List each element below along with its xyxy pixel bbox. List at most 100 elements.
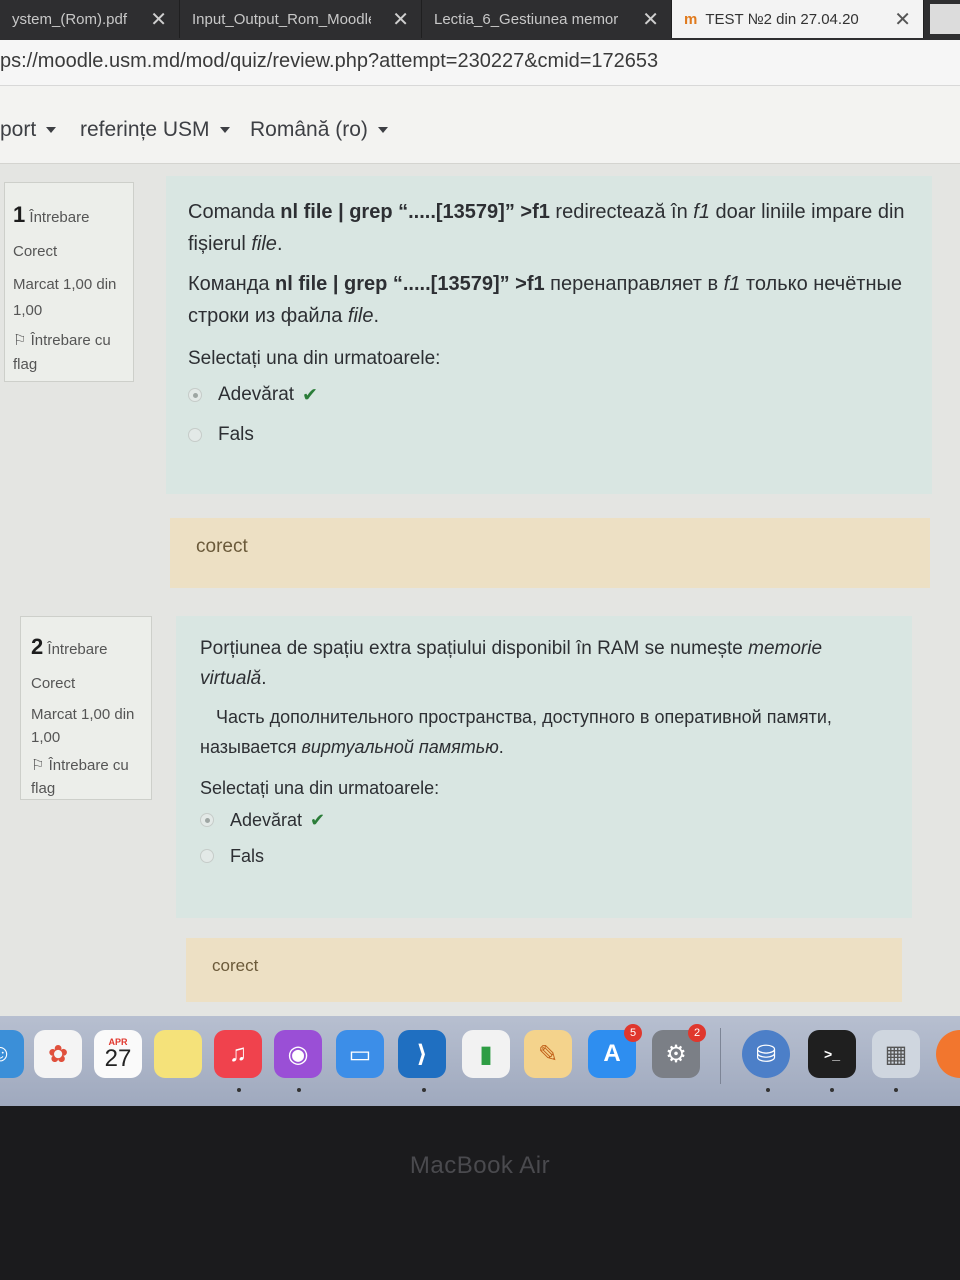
top-navbar: port referințe USM Română (ro) (0, 86, 960, 164)
close-icon[interactable]: ✕ (642, 7, 659, 32)
nav-support-menu[interactable]: port (0, 118, 57, 142)
caret-down-icon (219, 127, 230, 134)
terminal-icon[interactable]: >_ (808, 1030, 856, 1078)
language-menu[interactable]: Română (ro) (250, 118, 388, 142)
tab-lectia-6[interactable]: Lectia_6_Gestiunea memoriei ✕ (422, 0, 672, 38)
flag-question-link[interactable]: ⚐ Întrebare cu flag (31, 755, 141, 800)
tab-test-2[interactable]: m TEST №2 din 27.04.20 ✕ (672, 0, 924, 38)
question-number: 2 (31, 634, 44, 659)
question-1-formulation: Comanda nl file | grep “.....[13579]” >f… (166, 176, 932, 494)
notes-icon[interactable] (154, 1030, 202, 1078)
caret-down-icon (46, 127, 57, 134)
caret-down-icon (377, 127, 388, 134)
music-icon[interactable]: ♫ (214, 1030, 262, 1078)
flag-label: Întrebare cu (48, 757, 129, 775)
radio-button[interactable] (200, 849, 214, 863)
question-text-ru: Часть дополнительного пространства, дост… (200, 707, 832, 757)
vscode-icon[interactable]: ⟩ (398, 1030, 446, 1078)
radio-button[interactable] (200, 813, 214, 827)
question-state: Corect (13, 243, 58, 261)
running-indicator (766, 1088, 770, 1092)
device-label: MacBook Air (409, 1152, 551, 1179)
quiz-review-page: port referințe USM Română (ro) 1 Întreba… (0, 86, 960, 1016)
running-indicator (422, 1088, 426, 1092)
answer-prompt: Selectați una din urmatoarele: (188, 348, 441, 369)
numbers-icon[interactable]: ▮ (462, 1030, 510, 1078)
answer-option-true[interactable]: Adevărat ✔ (188, 380, 910, 410)
tab-input-output[interactable]: Input_Output_Rom_Moodle ✕ (180, 0, 422, 38)
close-icon[interactable]: ✕ (150, 7, 167, 32)
nav-referinte-menu[interactable]: referințe USM (80, 118, 230, 142)
question-text-ro: Porțiunea de spațiu extra spațiului disp… (200, 638, 823, 689)
running-indicator (894, 1088, 898, 1092)
flag-label-2: flag (13, 356, 38, 374)
grade-value: 1,00 (13, 301, 43, 319)
tab-title: Input_Output_Rom_Moodle (192, 10, 371, 28)
close-icon[interactable]: ✕ (392, 7, 409, 32)
answer-label: Adevărat (230, 809, 303, 830)
flag-label-2: flag (31, 779, 56, 797)
new-tab-button[interactable] (930, 4, 960, 34)
question-2-feedback: corect (186, 938, 902, 1002)
dock-divider (720, 1028, 721, 1084)
flag-label: Întrebare cu (30, 332, 111, 350)
calendar-day: 27 (104, 1045, 132, 1072)
answer-option-true[interactable]: Adevărat ✔ (200, 805, 888, 835)
question-2-info: 2 Întrebare Corect Marcat 1,00 din 1,00 ⚐… (20, 616, 152, 800)
nav-label: Română (ro) (250, 118, 368, 141)
radio-button[interactable] (188, 428, 202, 442)
close-icon[interactable]: ✕ (894, 7, 911, 32)
question-number: 1 (13, 202, 26, 227)
question-text-ru: Команда nl file | grep “.....[13579]” >f… (188, 273, 903, 327)
grade-line: Marcat 1,00 din (31, 706, 135, 724)
url-text[interactable]: ps://moodle.usm.md/mod/quiz/review.php?a… (0, 50, 658, 73)
question-state: Corect (31, 675, 76, 693)
address-bar[interactable]: ps://moodle.usm.md/mod/quiz/review.php?a… (0, 40, 960, 86)
question-word: Întrebare (47, 641, 108, 658)
answer-label: Adevărat (218, 384, 295, 405)
tab-pdf[interactable]: ystem_(Rom).pdf ✕ (0, 0, 180, 38)
firefox-icon[interactable] (936, 1030, 960, 1078)
nav-label: referințe USM (80, 118, 210, 141)
moodle-icon: m (684, 10, 698, 28)
flag-icon: ⚐ (13, 332, 31, 350)
finder-icon[interactable]: ☺ (0, 1030, 24, 1078)
flag-icon: ⚐ (31, 757, 49, 775)
keynote-icon[interactable]: ▭ (336, 1030, 384, 1078)
answer-option-false[interactable]: Fals (188, 420, 910, 450)
grade-value: 1,00 (31, 728, 61, 746)
checkmark-icon: ✔ (310, 809, 326, 830)
system-preferences-icon[interactable]: ⚙ 2 (652, 1024, 706, 1078)
tab-title: ystem_(Rom).pdf (12, 10, 128, 28)
grade-line: Marcat 1,00 din (13, 276, 117, 294)
question-1-info: 1 Întrebare Corect Marcat 1,00 din 1,00 ⚐… (4, 182, 134, 382)
flag-question-link[interactable]: ⚐ Întrebare cu flag (13, 329, 125, 377)
calendar-icon[interactable]: APR 27 (94, 1030, 142, 1078)
answer-label: Fals (230, 845, 265, 866)
app-store-icon[interactable]: A5 (588, 1024, 642, 1078)
tab-title: Lectia_6_Gestiunea memoriei (434, 10, 619, 28)
preview-icon[interactable]: ▦ (872, 1030, 920, 1078)
checkmark-icon: ✔ (302, 384, 318, 406)
laptop-bezel: MacBook Air (0, 1106, 960, 1280)
tab-title: TEST №2 din 27.04.20 (705, 10, 859, 28)
question-text-ro: Comanda nl file | grep “.....[13579]” >f… (188, 201, 905, 255)
answer-prompt: Selectați una din urmatoarele: (200, 778, 440, 798)
sequel-pro-icon[interactable]: ⛁ (742, 1030, 790, 1078)
radio-button[interactable] (188, 388, 202, 402)
nav-label: port (0, 118, 37, 141)
notification-badge: 5 (624, 1024, 642, 1042)
question-1-feedback: corect (170, 518, 930, 588)
photos-icon[interactable]: ✿ (34, 1030, 82, 1078)
running-indicator (237, 1088, 241, 1092)
answer-option-false[interactable]: Fals (200, 841, 888, 871)
podcasts-icon[interactable]: ◉ (274, 1030, 322, 1078)
pages-icon[interactable]: ✎ (524, 1030, 572, 1078)
question-2-formulation: Porțiunea de spațiu extra spațiului disp… (176, 616, 912, 918)
browser-tab-strip: ystem_(Rom).pdf ✕ Input_Output_Rom_Moodl… (0, 0, 960, 40)
macos-dock: ☺ ✿ APR 27 ♫ ◉ ▭ ⟩ ▮ ✎ A5 ⚙2 ⛁ >_ ▦ (0, 1016, 960, 1106)
running-indicator (830, 1088, 834, 1092)
question-word: Întrebare (29, 209, 90, 226)
answer-label: Fals (218, 424, 254, 445)
notification-badge: 2 (688, 1024, 706, 1042)
